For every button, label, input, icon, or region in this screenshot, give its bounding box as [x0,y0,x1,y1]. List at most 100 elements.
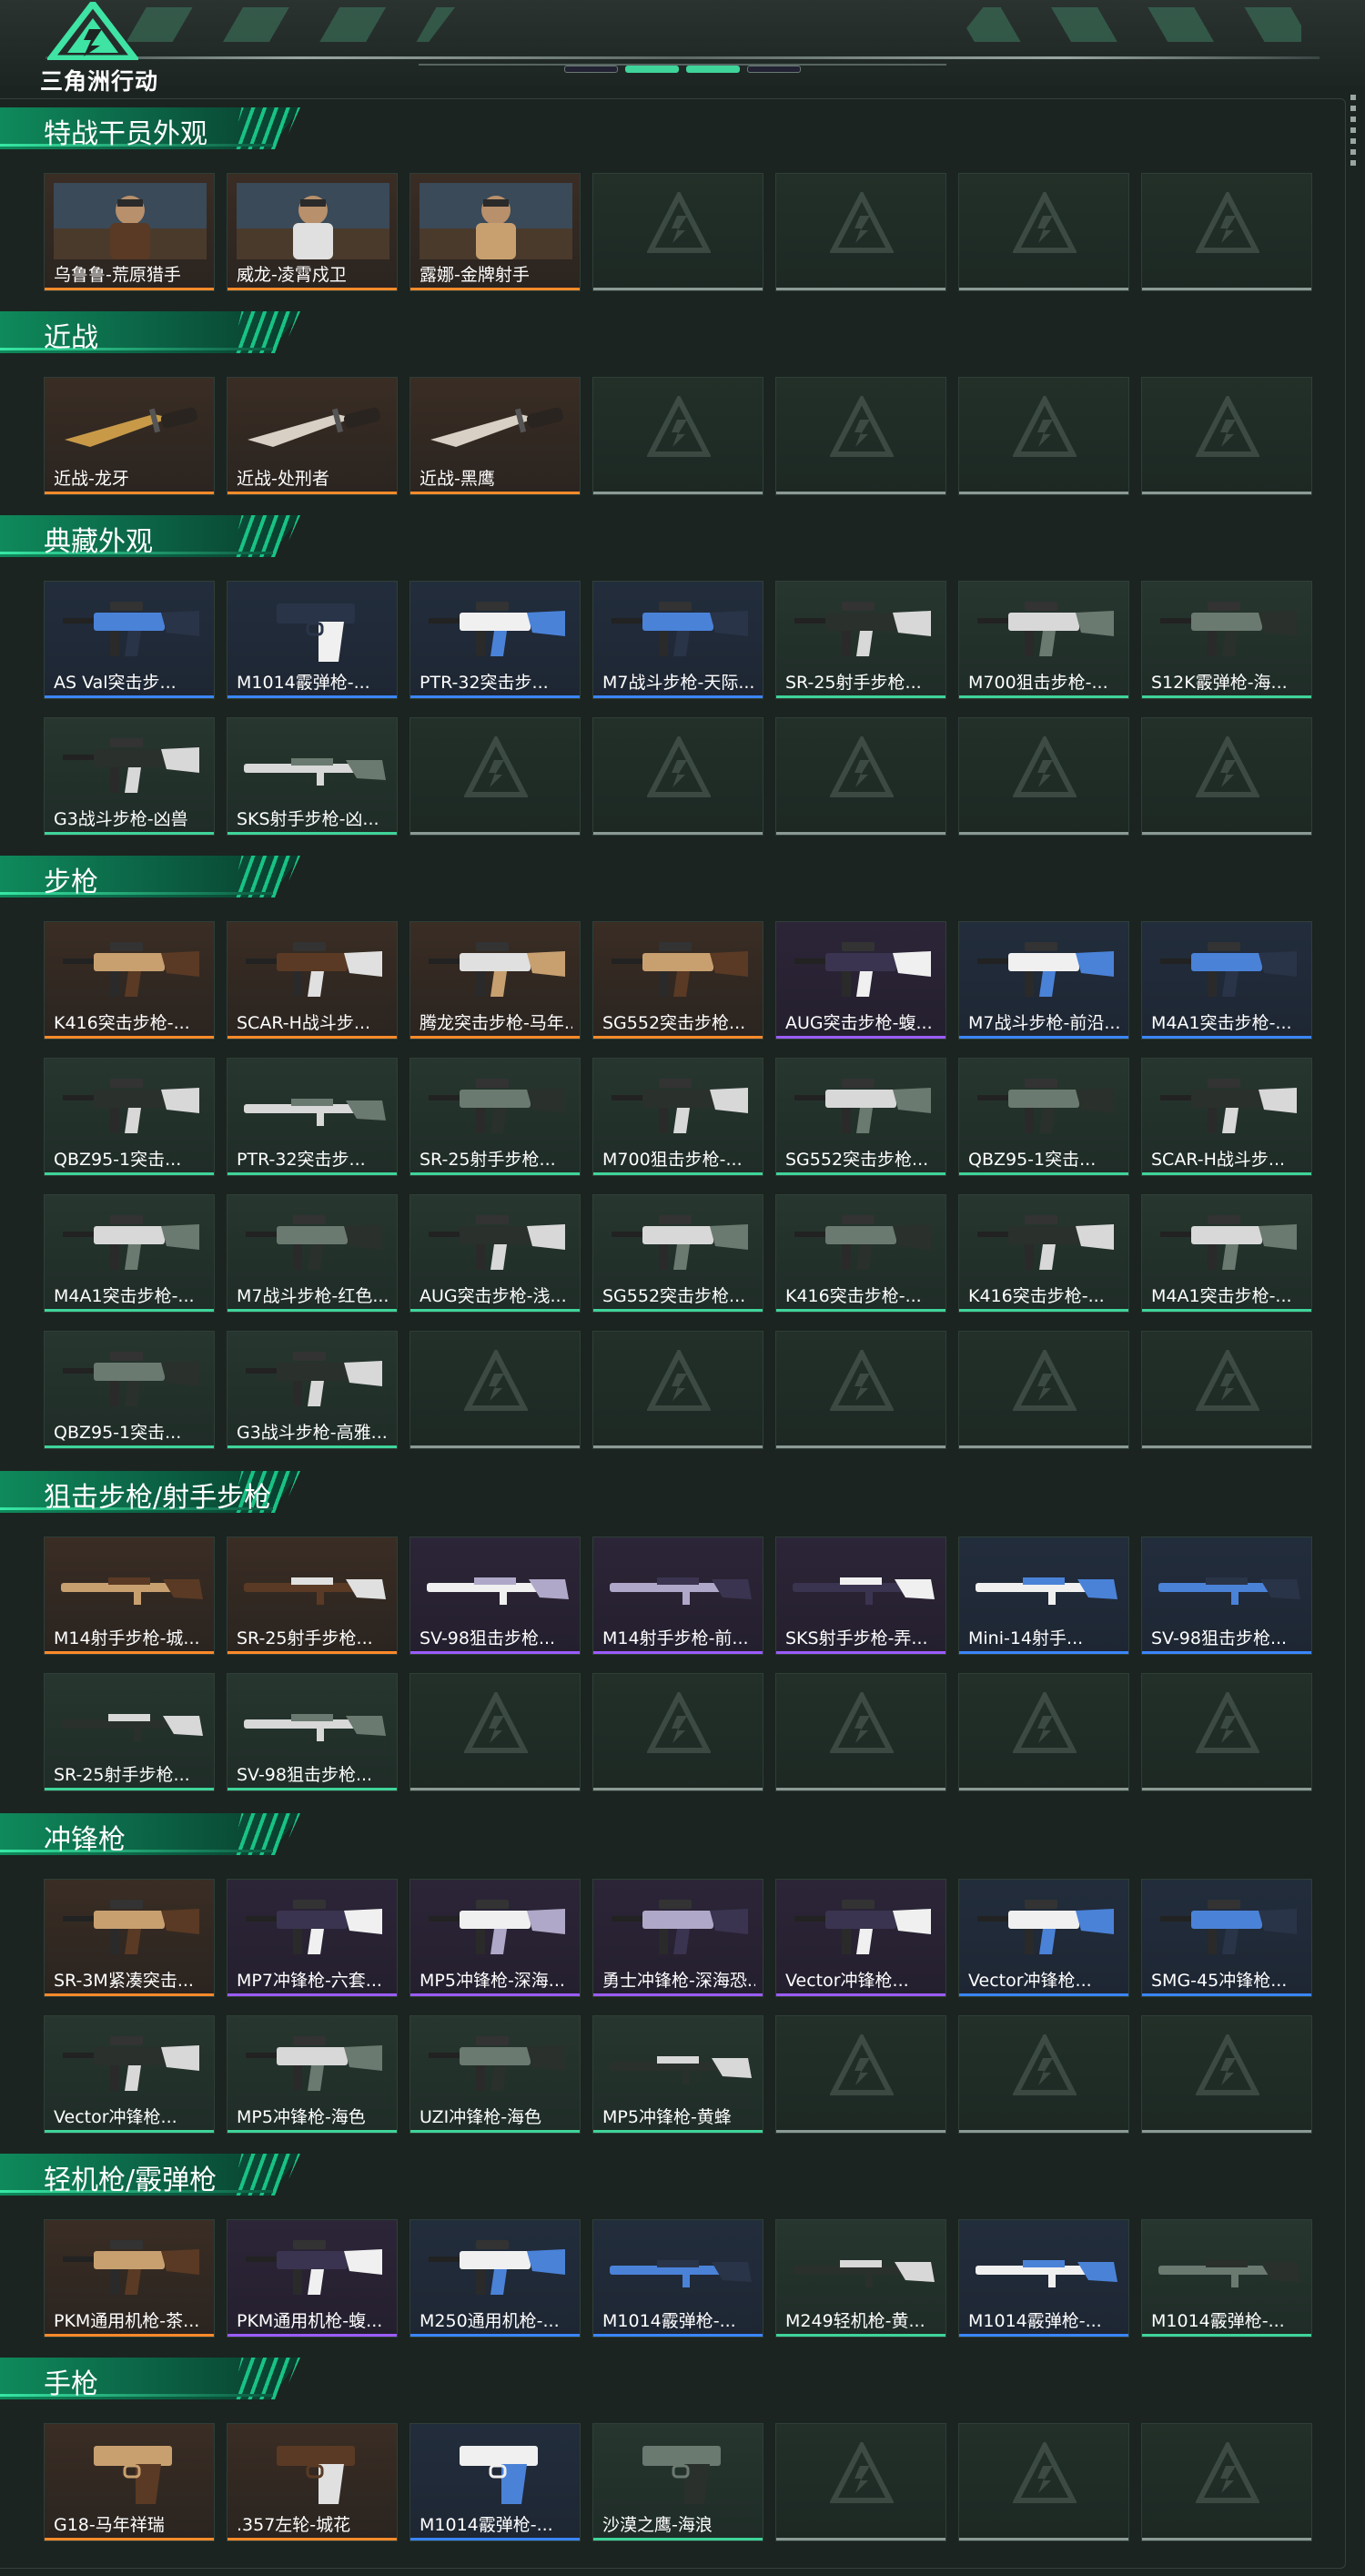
item-label: SCAR-H战斗步... [1151,1150,1286,1170]
item-card[interactable]: 近战-处刑者 [227,377,398,495]
rarity-bar [45,2334,214,2337]
item-card[interactable]: Vector冲锋枪... [958,1879,1129,1997]
item-card[interactable]: SMG-45冲锋枪... [1141,1879,1312,1997]
item-card[interactable]: M1014霰弹枪-... [410,2423,581,2541]
item-card[interactable]: K416突击步枪-... [775,1194,946,1313]
item-card[interactable]: SR-3M紧凑突击... [44,1879,215,1997]
item-card[interactable]: MP5冲锋枪-海色 [227,2015,398,2134]
item-card[interactable]: AS Val突击步... [44,581,215,699]
item-card[interactable]: QBZ95-1突击... [958,1058,1129,1176]
header-stripes-right [956,7,1301,42]
item-card[interactable]: M4A1突击步枪-... [1141,921,1312,1040]
item-card[interactable]: SV-98狙击步枪... [227,1673,398,1791]
operator-portrait-image [420,183,572,259]
item-card[interactable]: MP5冲锋枪-深海... [410,1879,581,1997]
item-card[interactable]: M7战斗步枪-前沿... [958,921,1129,1040]
item-card[interactable]: PKM通用机枪-蝮... [227,2219,398,2338]
rarity-bar [410,695,580,698]
item-card[interactable]: MP7冲锋枪-六套... [227,1879,398,1997]
rarity-bar [593,832,763,835]
item-card[interactable]: M7战斗步枪-天际... [592,581,763,699]
gun-image [977,1079,1114,1133]
item-card[interactable]: SR-25射手步枪... [775,581,946,699]
item-card[interactable]: PTR-32突击步... [227,1058,398,1176]
item-card[interactable]: MP5冲锋枪-黄蜂 [592,2015,763,2134]
banner-underline [0,1850,273,1852]
item-card[interactable]: M7战斗步枪-红色... [227,1194,398,1313]
item-card[interactable]: AUG突击步枪-蝮... [775,921,946,1040]
item-card[interactable]: M250通用机枪-... [410,2219,581,2338]
rarity-bar [228,1309,397,1312]
item-card[interactable]: SKS射手步枪-凶... [227,717,398,836]
item-card[interactable]: M1014霰弹枪-... [592,2219,763,2338]
rarity-bar [45,492,214,494]
empty-slot [1141,1331,1312,1449]
item-card[interactable]: SG552突击步枪... [592,1194,763,1313]
empty-slot [958,2423,1129,2541]
item-card[interactable]: G3战斗步枪-高雅... [227,1331,398,1449]
item-card[interactable]: K416突击步枪-... [958,1194,1129,1313]
item-card[interactable]: Mini-14射手... [958,1536,1129,1655]
item-card[interactable]: SR-25射手步枪... [227,1536,398,1655]
item-card[interactable]: 威龙-凌霄戍卫 [227,173,398,291]
item-card[interactable]: G18-马年祥瑞 [44,2423,215,2541]
item-card[interactable]: SR-25射手步枪... [44,1673,215,1791]
rarity-bar [228,1651,397,1654]
item-card[interactable]: M700狙击步枪-... [592,1058,763,1176]
item-card[interactable]: 乌鲁鲁-荒原猎手 [44,173,215,291]
item-card[interactable]: 勇士冲锋枪-深海恐... [592,1879,763,1997]
rarity-bar [1142,2334,1311,2337]
item-card[interactable]: Vector冲锋枪... [775,1879,946,1997]
item-card[interactable]: UZI冲锋枪-海色 [410,2015,581,2134]
item-card[interactable]: SV-98狙击步枪... [1141,1536,1312,1655]
item-card[interactable]: SKS射手步枪-弄... [775,1536,946,1655]
item-label: 沙漠之鹰-海浪 [602,2515,713,2535]
item-card[interactable]: 腾龙突击步枪-马年... [410,921,581,1040]
item-label: QBZ95-1突击... [54,1150,182,1170]
rarity-bar [959,2538,1128,2541]
rifle-image [61,1714,203,1741]
item-label: M249轻机枪-黄... [785,2311,925,2331]
item-card[interactable]: 近战-黑鹰 [410,377,581,495]
item-card[interactable]: M1014霰弹枪-... [958,2219,1129,2338]
item-label: QBZ95-1突击... [968,1150,1097,1170]
item-card[interactable]: K416突击步枪-... [44,921,215,1040]
item-card[interactable]: PKM通用机枪-茶... [44,2219,215,2338]
item-card[interactable]: 沙漠之鹰-海浪 [592,2423,763,2541]
item-card[interactable]: M1014霰弹枪-... [1141,2219,1312,2338]
item-card[interactable]: M4A1突击步枪-... [1141,1194,1312,1313]
gun-image [612,1079,748,1133]
item-label: AUG突击步枪-蝮... [785,1013,933,1033]
item-card[interactable]: M4A1突击步枪-... [44,1194,215,1313]
scroll-indicator[interactable] [1350,95,1356,167]
item-card[interactable]: QBZ95-1突击... [44,1331,215,1449]
item-label: SV-98狙击步枪... [420,1628,556,1648]
section-title: 典藏外观 [44,526,153,558]
item-card[interactable]: .357左轮-城花 [227,2423,398,2541]
item-card[interactable]: M1014霰弹枪-... [227,581,398,699]
item-card[interactable]: SCAR-H战斗步... [1141,1058,1312,1176]
item-card[interactable]: SG552突击步枪... [592,921,763,1040]
rifle-image [244,758,386,786]
item-card[interactable]: 近战-龙牙 [44,377,215,495]
item-card[interactable]: SR-25射手步枪... [410,1058,581,1176]
item-card[interactable]: SCAR-H战斗步... [227,921,398,1040]
item-card[interactable]: M249轻机枪-黄... [775,2219,946,2338]
item-card[interactable]: AUG突击步枪-浅... [410,1194,581,1313]
item-card[interactable]: SV-98狙击步枪... [410,1536,581,1655]
item-card[interactable]: G3战斗步枪-凶兽 [44,717,215,836]
item-card[interactable]: 露娜-金牌射手 [410,173,581,291]
item-card[interactable]: Vector冲锋枪... [44,2015,215,2134]
item-card[interactable]: QBZ95-1突击... [44,1058,215,1176]
item-card[interactable]: M14射手步枪-城... [44,1536,215,1655]
item-card[interactable]: SG552突击步枪... [775,1058,946,1176]
empty-slot [775,1673,946,1791]
item-card[interactable]: M14射手步枪-前... [592,1536,763,1655]
section-3: 典藏外观 AS Val突击步... M1014霰弹枪-... PTR-32突击步… [0,515,1347,836]
gun-image [612,602,748,656]
rarity-bar [45,288,214,290]
item-card[interactable]: S12K霰弹枪-海... [1141,581,1312,699]
gun-image [794,602,931,656]
item-card[interactable]: M700狙击步枪-... [958,581,1129,699]
item-card[interactable]: PTR-32突击步... [410,581,581,699]
